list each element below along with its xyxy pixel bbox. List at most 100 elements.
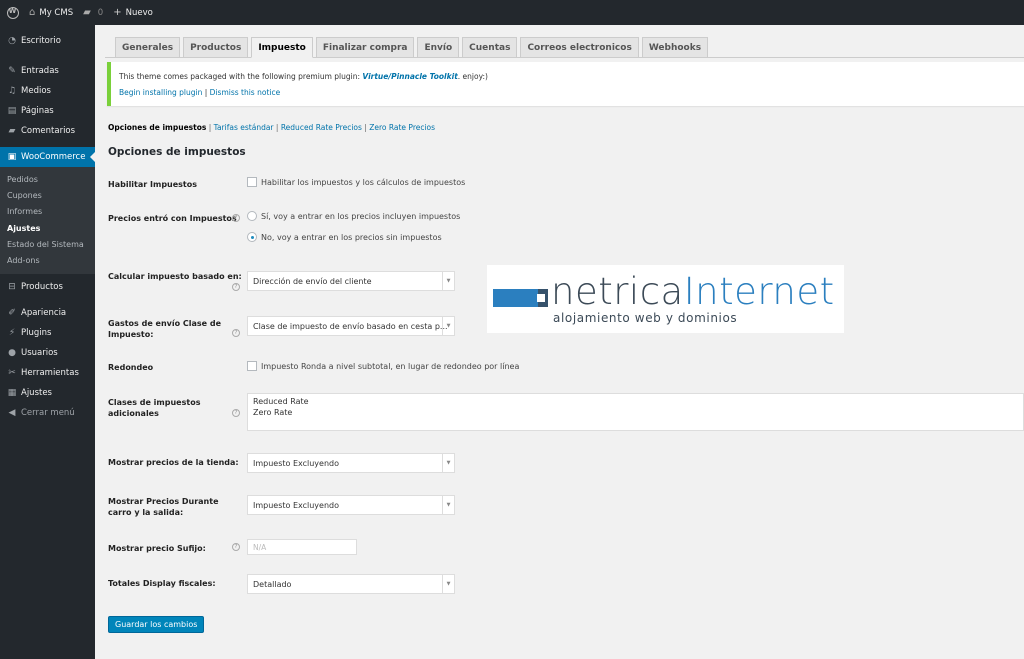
logo-name-part1: netrica: [551, 270, 684, 313]
menu-label: Medios: [21, 86, 51, 96]
new-content-link[interactable]: + Nuevo: [108, 0, 158, 25]
wrench-icon: ✂: [8, 367, 16, 378]
precios-option-no: No, voy a entrar en los precios sin impu…: [261, 233, 442, 242]
redondeo-option: Impuesto Ronda a nivel subtotal, en luga…: [261, 362, 520, 371]
submenu-pedidos[interactable]: Pedidos: [0, 171, 95, 187]
submenu-informes[interactable]: Informes: [0, 204, 95, 220]
menu-collapse[interactable]: ◀ Cerrar menú: [0, 403, 95, 423]
wordpress-logo-icon[interactable]: [2, 0, 24, 25]
chevron-down-icon: ▼: [442, 272, 454, 290]
tab-correos[interactable]: Correos electronicos: [520, 37, 639, 58]
save-button[interactable]: Guardar los cambios: [108, 616, 205, 633]
section-current[interactable]: Opciones de impuestos: [108, 123, 206, 132]
submenu-addons[interactable]: Add-ons: [0, 252, 95, 268]
admin-bar: ⌂ My CMS ▰ 0 + Nuevo: [0, 0, 1024, 25]
site-name-link[interactable]: ⌂ My CMS: [24, 0, 78, 25]
menu-apariencia[interactable]: ✐ Apariencia: [0, 303, 95, 323]
menu-plugins[interactable]: ⚡ Plugins: [0, 323, 95, 343]
habilitar-checkbox[interactable]: [247, 177, 257, 187]
label-redondeo: Redondeo: [108, 363, 154, 372]
pin-icon: ✎: [8, 66, 16, 76]
media-icon: ♫: [7, 86, 17, 96]
gastos-select[interactable]: Clase de impuesto de envío basado en ces…: [247, 316, 455, 336]
label-gastos-line2: Impuesto:: [108, 330, 154, 339]
select-value: Dirección de envío del cliente: [253, 276, 372, 286]
label-precios: Precios entró con Impuestos: [108, 214, 237, 223]
help-icon[interactable]: ?: [232, 409, 240, 417]
totales-select[interactable]: Detallado ▼: [247, 574, 455, 594]
menu-label: Usuarios: [21, 347, 58, 358]
menu-comentarios[interactable]: ▰ Comentarios: [0, 121, 95, 141]
menu-escritorio[interactable]: ◔ Escritorio: [0, 31, 95, 51]
help-icon[interactable]: ?: [232, 283, 240, 291]
section-reduced-rate[interactable]: Reduced Rate Precios: [281, 123, 362, 132]
notice-links: Begin installing plugin | Dismiss this n…: [119, 88, 1024, 97]
calcular-select[interactable]: Dirección de envío del cliente ▼: [247, 271, 455, 291]
comments-count: 0: [97, 7, 104, 18]
submenu-cupones[interactable]: Cupones: [0, 187, 95, 203]
dismiss-notice-link[interactable]: Dismiss this notice: [210, 88, 281, 97]
sufijo-input[interactable]: N/A: [247, 539, 357, 555]
label-habilitar: Habilitar Impuestos: [108, 180, 198, 189]
precios-radio-no[interactable]: [247, 232, 257, 242]
menu-paginas[interactable]: ▤ Páginas: [0, 101, 95, 121]
label-calcular: Calcular impuesto basado en:: [108, 272, 242, 281]
notice-text-after: . enjoy:): [457, 72, 488, 81]
home-icon: ⌂: [29, 7, 36, 18]
menu-medios[interactable]: ♫ Medios: [0, 81, 95, 101]
tab-cuentas[interactable]: Cuentas: [462, 37, 518, 58]
menu-entradas[interactable]: ✎ Entradas: [0, 61, 95, 81]
submenu-estado[interactable]: Estado del Sistema: [0, 236, 95, 252]
menu-usuarios[interactable]: ● Usuarios: [0, 343, 95, 363]
comment-icon: ▰: [8, 126, 16, 136]
label-clases-line1: Clases de impuestos: [108, 398, 201, 407]
mostrar-carro-select[interactable]: Impuesto Excluyendo ▼: [247, 495, 455, 515]
label-clases-line2: adicionales: [108, 409, 159, 418]
label-mostrar-carro-line1: Mostrar Precios Durante: [108, 497, 219, 506]
tab-finalizar-compra[interactable]: Finalizar compra: [315, 37, 415, 58]
tab-envio[interactable]: Envío: [417, 37, 460, 58]
label-mostrar-tienda: Mostrar precios de la tienda:: [108, 458, 239, 467]
help-icon[interactable]: ?: [232, 214, 240, 222]
main-content: Generales Productos Impuesto Finalizar c…: [95, 25, 1024, 659]
tab-webhooks[interactable]: Webhooks: [641, 37, 709, 58]
menu-label: Herramientas: [21, 367, 79, 378]
section-zero-rate[interactable]: Zero Rate Precios: [369, 123, 435, 132]
precios-radio-si[interactable]: [247, 211, 257, 221]
section-tarifas-estandar[interactable]: Tarifas estándar: [214, 123, 274, 132]
textarea-line: Reduced Rate: [253, 397, 309, 406]
label-totales: Totales Display fiscales:: [108, 579, 216, 588]
menu-label: Ajustes: [21, 387, 52, 398]
submenu-ajustes[interactable]: Ajustes: [0, 220, 95, 236]
redondeo-checkbox[interactable]: [247, 361, 257, 371]
tab-productos[interactable]: Productos: [183, 37, 249, 58]
comments-link[interactable]: ▰ 0: [78, 0, 108, 25]
page-title: Opciones de impuestos: [108, 146, 246, 158]
help-icon[interactable]: ?: [232, 543, 240, 551]
settings-icon: ▦: [7, 387, 17, 398]
chevron-down-icon: ▼: [442, 454, 454, 472]
tab-generales[interactable]: Generales: [115, 37, 181, 58]
chevron-down-icon: ▼: [442, 317, 454, 335]
select-value: Clase de impuesto de envío basado en ces…: [253, 321, 448, 331]
menu-woocommerce[interactable]: ▣ WooCommerce: [0, 147, 95, 167]
input-placeholder: N/A: [253, 542, 267, 552]
collapse-icon: ◀: [8, 407, 16, 418]
label-clases: Clases de impuestos adicionales: [108, 397, 200, 419]
menu-productos[interactable]: ⊟ Productos: [0, 277, 95, 297]
plugin-notice: This theme comes packaged with the follo…: [107, 62, 1024, 106]
clases-textarea[interactable]: Reduced Rate Zero Rate: [247, 393, 1024, 431]
menu-ajustes[interactable]: ▦ Ajustes: [0, 383, 95, 403]
help-icon[interactable]: ?: [232, 329, 240, 337]
tax-section-links: Opciones de impuestos | Tarifas estándar…: [108, 123, 436, 132]
install-plugin-link[interactable]: Begin installing plugin: [119, 88, 202, 97]
tab-impuesto[interactable]: Impuesto: [251, 37, 313, 58]
plus-icon: +: [113, 7, 122, 18]
logo-name: netricaInternet: [551, 272, 835, 312]
woocommerce-submenu: Pedidos Cupones Informes Ajustes Estado …: [0, 167, 95, 274]
notice-plugin-name[interactable]: Virtue/Pinnacle Toolkit: [362, 72, 457, 81]
logo-name-part2: Internet: [683, 270, 835, 313]
mostrar-tienda-select[interactable]: Impuesto Excluyendo ▼: [247, 453, 455, 473]
dashboard-icon: ◔: [8, 36, 16, 46]
menu-herramientas[interactable]: ✂ Herramientas: [0, 363, 95, 383]
